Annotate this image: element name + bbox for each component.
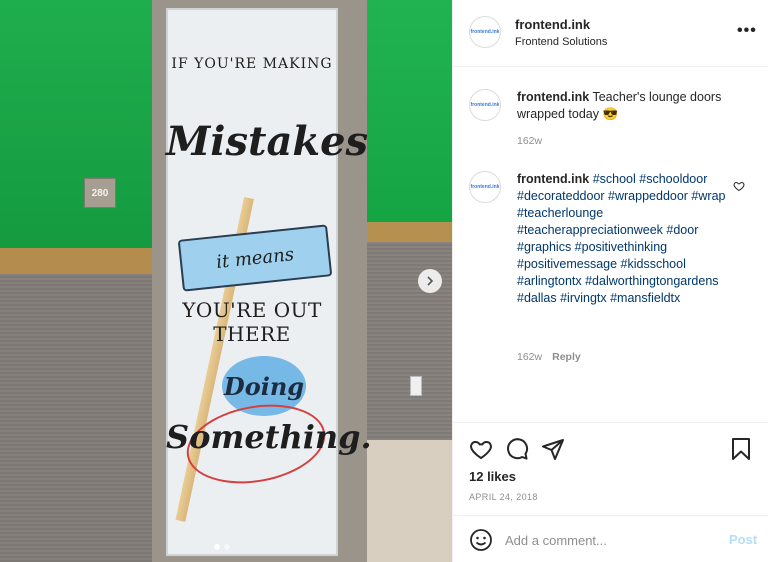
door-line-3: it means (215, 243, 295, 273)
green-wall-left (0, 0, 160, 255)
slide-dot-active (214, 544, 220, 550)
add-comment-bar: Post (453, 515, 768, 562)
hashtag-comment: frontend.ink #school #schooldoor #decora… (517, 171, 727, 307)
carpet-wall-left (0, 274, 160, 562)
green-wall-right (360, 0, 452, 228)
door-line-5: Doing (223, 371, 305, 401)
caption-time[interactable]: 162w (517, 135, 542, 147)
post-header: frontend.ink frontend.ink Frontend Solut… (453, 0, 768, 67)
caption-avatar[interactable]: frontend.ink (469, 89, 501, 121)
post-button[interactable]: Post (729, 532, 757, 547)
caption-username[interactable]: frontend.ink (517, 90, 589, 104)
bookmark-icon[interactable] (729, 437, 753, 461)
more-icon: ••• (737, 22, 757, 39)
comment-time[interactable]: 162w (517, 351, 542, 363)
instagram-post: 280 IF YOU'RE MAKING Mistakes it means Y… (0, 0, 768, 562)
brand-logo: frontend.ink (470, 184, 500, 190)
emoji-icon[interactable] (469, 528, 493, 552)
next-slide-button[interactable] (418, 269, 442, 293)
caption: frontend.ink Teacher's lounge doors wrap… (517, 89, 749, 123)
paper-plane-icon[interactable] (541, 437, 565, 461)
heart-icon[interactable] (469, 437, 493, 461)
more-options-button[interactable]: ••• (737, 22, 757, 40)
door-line-2: Mistakes (166, 118, 369, 165)
door-line-4: YOU'RE OUT THERE (182, 298, 322, 346)
slide-indicator (214, 544, 230, 550)
wrapped-door: IF YOU'RE MAKING Mistakes it means YOU'R… (166, 8, 372, 556)
post-date[interactable]: APRIL 24, 2018 (469, 492, 538, 502)
chair-rail-left (0, 248, 160, 274)
comment-username[interactable]: frontend.ink (517, 172, 589, 186)
avatar[interactable]: frontend.ink (469, 16, 501, 48)
post-photo[interactable]: 280 IF YOU'RE MAKING Mistakes it means Y… (0, 0, 452, 562)
hashtag-list[interactable]: #school #schooldoor #decorateddoor #wrap… (517, 172, 725, 305)
comment-input[interactable] (505, 530, 715, 550)
door-banner: it means (177, 224, 333, 292)
chair-rail-right (360, 222, 452, 242)
post-sidebar: frontend.ink frontend.ink Frontend Solut… (452, 0, 768, 562)
likes-count[interactable]: 12 likes (469, 469, 516, 484)
chevron-right-icon (427, 276, 434, 286)
reply-button[interactable]: Reply (552, 351, 581, 363)
door-line-1: IF YOU'RE MAKING (171, 56, 333, 72)
brand-logo: frontend.ink (470, 29, 500, 35)
header-subtitle[interactable]: Frontend Solutions (515, 36, 607, 48)
comment-icon[interactable] (505, 437, 529, 461)
slide-dot (224, 544, 230, 550)
room-number-plate: 280 (84, 178, 116, 208)
wall-outlet (410, 376, 422, 396)
brand-logo: frontend.ink (470, 102, 500, 108)
door-line-6: Something. (166, 418, 372, 456)
header-username[interactable]: frontend.ink (515, 17, 590, 32)
like-comment-heart-icon[interactable] (733, 180, 745, 192)
comment-avatar[interactable]: frontend.ink (469, 171, 501, 203)
comment-meta: 162w Reply (517, 351, 581, 363)
